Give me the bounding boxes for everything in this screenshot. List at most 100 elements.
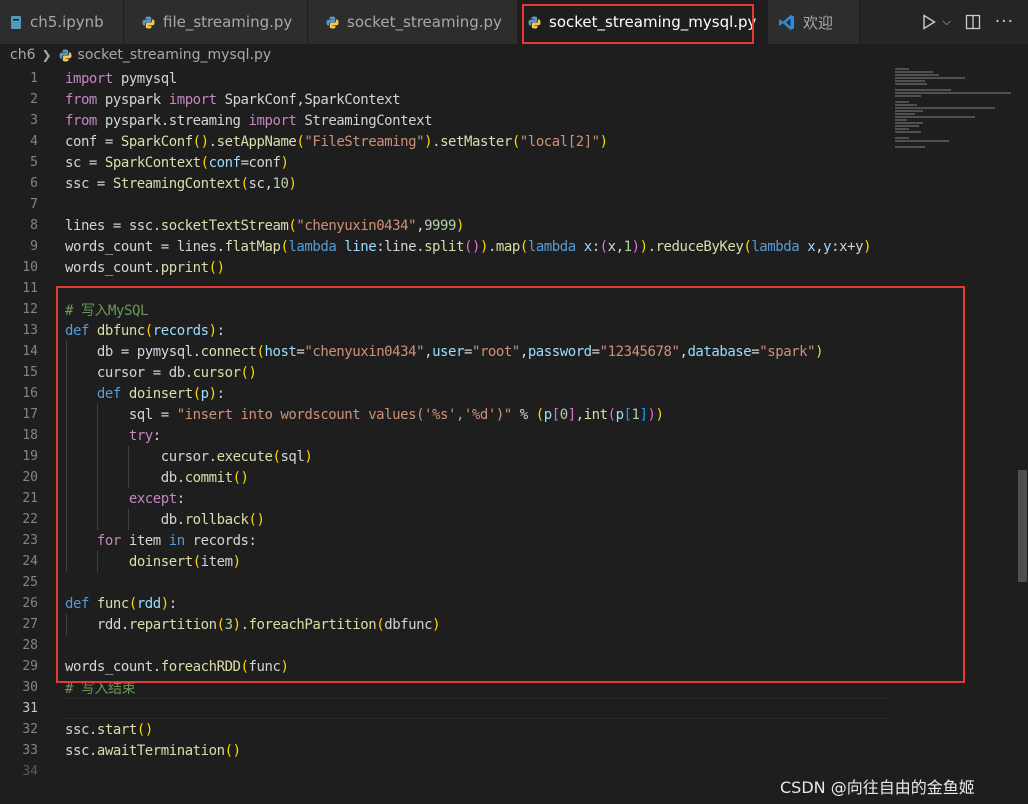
tab-label: ch5.ipynb — [30, 13, 104, 31]
code-line: 34 — [0, 761, 890, 782]
code-editor[interactable]: 1 import pymysql 2 from pyspark import S… — [0, 66, 1028, 804]
code-line: 8 lines = ssc.socketTextStream("chenyuxi… — [0, 215, 890, 236]
breadcrumb: ch6 ❯ socket_streaming_mysql.py — [0, 44, 1028, 66]
tab-bar-spacer — [860, 0, 923, 44]
line-number: 21 — [22, 491, 38, 506]
chevron-right-icon: ❯ — [41, 48, 52, 62]
line-number: 26 — [22, 596, 38, 611]
minimap-line — [895, 128, 909, 130]
code-line-current[interactable]: 31 — [0, 698, 890, 719]
minimap-line — [895, 77, 965, 79]
code-line: 22 db.rollback() — [0, 509, 890, 530]
code-text: db.commit() — [65, 469, 249, 486]
line-number: 19 — [22, 449, 38, 464]
code-line: 17 sql = "insert into wordscount values(… — [0, 404, 890, 425]
code-text: try: — [128, 427, 161, 444]
split-editor-icon[interactable] — [965, 14, 981, 30]
minimap-line — [895, 119, 907, 121]
minimap-line — [895, 80, 925, 82]
line-number: 30 — [22, 680, 38, 695]
breadcrumb-folder[interactable]: ch6 — [10, 47, 35, 63]
tab-welcome[interactable]: 欢迎 — [768, 0, 860, 44]
tab-label: file_streaming.py — [163, 13, 293, 31]
code-line: 9 words_count = lines.flatMap(lambda lin… — [0, 236, 890, 257]
code-text: rdd.repartition(3).foreachPartition(dbfu… — [65, 616, 441, 633]
run-icon[interactable] — [922, 14, 937, 30]
code-text: cursor = db.cursor() — [65, 364, 257, 381]
minimap-line — [895, 140, 949, 142]
line-number: 32 — [22, 722, 38, 737]
code-text: # 写入MySQL — [65, 302, 148, 319]
code-text: import pymysql — [65, 70, 177, 87]
line-number: 17 — [22, 407, 38, 422]
code-line: 20 db.commit() — [0, 467, 890, 488]
code-text: words_count = lines.flatMap(lambda line:… — [65, 238, 872, 255]
code-line: 3 from pyspark.streaming import Streamin… — [0, 110, 890, 131]
breadcrumb-file[interactable]: socket_streaming_mysql.py — [78, 47, 272, 63]
line-number: 29 — [22, 659, 38, 674]
tab-bar: ch5.ipynb file_streaming.py socket_strea… — [0, 0, 1028, 44]
python-icon — [142, 16, 155, 29]
line-number: 23 — [22, 533, 38, 548]
code-line: 30 # 写入结束 — [0, 677, 890, 698]
line-number: 13 — [22, 323, 38, 338]
code-text: def doinsert(p): — [96, 385, 225, 402]
notebook-icon — [10, 15, 22, 30]
line-number: 16 — [22, 386, 38, 401]
code-line: 33 ssc.awaitTermination() — [0, 740, 890, 761]
line-number: 11 — [22, 281, 38, 296]
line-number: 20 — [22, 470, 38, 485]
line-number: 9 — [30, 239, 38, 254]
code-text: db = pymysql.connect(host="chenyuxin0434… — [65, 343, 824, 360]
line-number: 4 — [30, 134, 38, 149]
line-number: 34 — [22, 764, 38, 779]
code-text: words_count.pprint() — [65, 259, 225, 276]
vscode-icon — [778, 14, 795, 31]
line-number: 33 — [22, 743, 38, 758]
editor-actions: ⌵ ··· — [922, 0, 1028, 44]
code-text: db.rollback() — [65, 511, 265, 528]
code-text: def func(rdd): — [65, 595, 177, 612]
minimap-line — [895, 146, 925, 148]
code-line: 1 import pymysql — [0, 68, 890, 89]
line-number: 5 — [30, 155, 38, 170]
minimap-line — [895, 113, 915, 115]
code-line: 32 ssc.start() — [0, 719, 890, 740]
minimap-line — [895, 68, 909, 70]
tab-file-streaming[interactable]: file_streaming.py — [124, 0, 308, 44]
code-line: 13 def dbfunc(records): — [0, 320, 890, 341]
code-line: 25 — [0, 572, 890, 593]
code-line: 2 from pyspark import SparkConf,SparkCon… — [0, 89, 890, 110]
line-number: 6 — [30, 176, 38, 191]
line-number: 31 — [22, 701, 38, 716]
tab-socket-streaming[interactable]: socket_streaming.py — [308, 0, 518, 44]
line-number: 24 — [22, 554, 38, 569]
minimap-line — [895, 74, 939, 76]
tab-ch5-ipynb[interactable]: ch5.ipynb — [0, 0, 124, 44]
minimap[interactable] — [895, 66, 1013, 151]
code-line: 23 for item in records: — [0, 530, 890, 551]
line-number: 8 — [30, 218, 38, 233]
line-number: 25 — [22, 575, 38, 590]
code-text: from pyspark.streaming import StreamingC… — [65, 112, 433, 129]
code-text: except: — [128, 490, 185, 507]
minimap-line — [895, 83, 927, 85]
tab-socket-streaming-mysql[interactable]: socket_streaming_mysql.py ✕ — [518, 0, 779, 44]
tab-label: socket_streaming_mysql.py — [549, 13, 757, 31]
code-line: 26 def func(rdd): — [0, 593, 890, 614]
code-text: words_count.foreachRDD(func) — [65, 658, 289, 675]
minimap-line — [895, 104, 917, 106]
python-icon — [528, 16, 541, 29]
minimap-line — [895, 137, 909, 139]
vertical-scrollbar[interactable] — [1016, 66, 1028, 804]
line-number: 2 — [30, 92, 38, 107]
more-actions-icon[interactable]: ··· — [995, 12, 1014, 32]
chevron-down-icon[interactable]: ⌵ — [942, 15, 950, 29]
tab-label: 欢迎 — [803, 13, 834, 32]
code-text: sql = "insert into wordscount values('%s… — [65, 406, 664, 423]
code-line: 16 def doinsert(p): — [0, 383, 890, 404]
scrollbar-thumb[interactable] — [1018, 470, 1027, 582]
code-line: 11 — [0, 278, 890, 299]
python-icon — [59, 49, 72, 62]
line-number: 27 — [22, 617, 38, 632]
